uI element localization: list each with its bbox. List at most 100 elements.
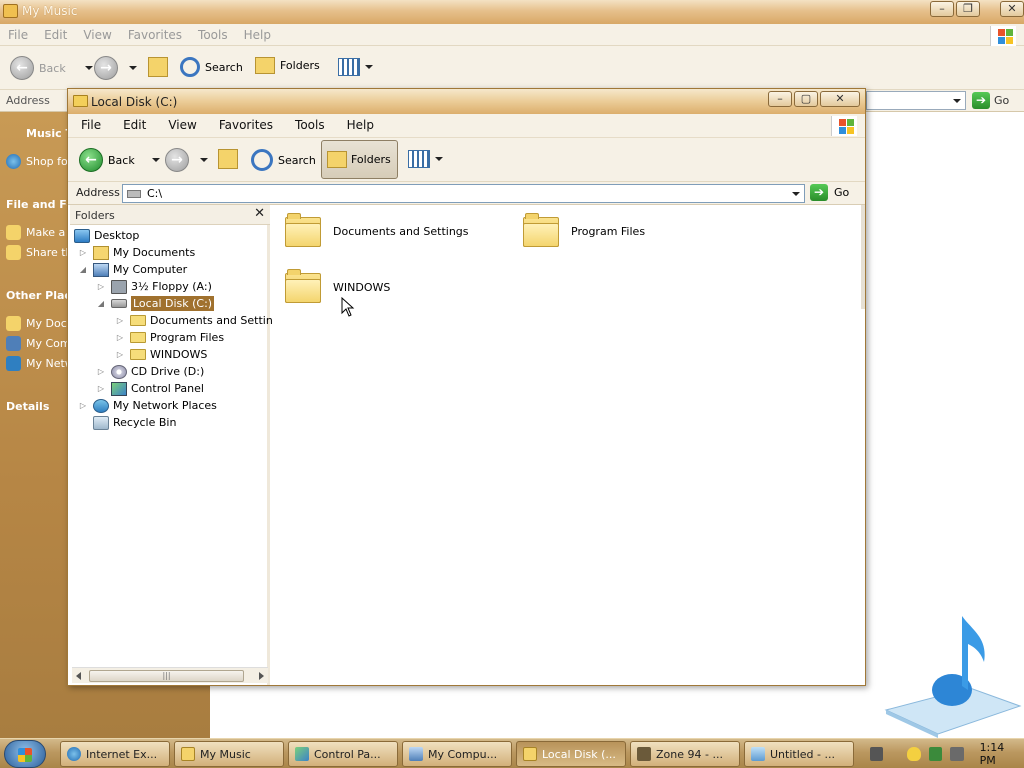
folders-button[interactable]: Folders — [321, 140, 398, 179]
address-input[interactable]: C:\ — [122, 184, 805, 203]
network-icon[interactable] — [928, 747, 943, 761]
expand-icon[interactable]: ▷ — [78, 248, 88, 258]
windows-flag-icon — [990, 26, 1016, 46]
task-my-computer[interactable]: My Com — [6, 336, 71, 351]
tree-item-desktop[interactable]: Desktop — [74, 227, 139, 244]
tree-label: WINDOWS — [150, 348, 208, 361]
task-my-network[interactable]: My Netw — [6, 356, 74, 371]
task-shop-music[interactable]: Shop fo — [6, 154, 68, 169]
chevron-down-icon[interactable] — [151, 158, 160, 162]
address-dropdown[interactable] — [788, 185, 804, 202]
task-share-folder[interactable]: Share th — [6, 245, 73, 260]
expand-icon[interactable]: ▷ — [96, 367, 106, 377]
keyboard-icon[interactable] — [870, 747, 884, 761]
menu-view[interactable]: View — [157, 118, 207, 132]
restore-button[interactable]: ❐ — [956, 1, 980, 17]
collapse-icon[interactable]: ◢ — [78, 265, 88, 275]
menu-view[interactable]: View — [75, 28, 119, 42]
up-folder-button[interactable] — [148, 57, 168, 77]
expand-icon[interactable]: ▷ — [96, 384, 106, 394]
tree-item-windows[interactable]: ▷ WINDOWS — [115, 346, 207, 363]
scroll-thumb[interactable]: ||| — [89, 670, 244, 682]
expand-icon[interactable]: ▷ — [115, 333, 125, 343]
folder-item-windows[interactable]: WINDOWS — [285, 269, 390, 305]
search-button[interactable]: Search — [180, 57, 243, 77]
go-button[interactable]: ➔ Go — [972, 92, 1009, 109]
tree-label: Program Files — [150, 331, 225, 344]
menu-favorites[interactable]: Favorites — [208, 118, 284, 132]
tree-item-floppy[interactable]: ▷ 3½ Floppy (A:) — [96, 278, 212, 295]
menu-file[interactable]: File — [0, 28, 36, 42]
folder-icon — [130, 315, 146, 326]
minimize-button[interactable]: – — [768, 91, 792, 107]
my-music-titlebar[interactable]: My Music – ❐ ✕ — [0, 0, 1024, 24]
start-button[interactable] — [4, 740, 46, 768]
tree-item-my-documents[interactable]: ▷ My Documents — [78, 244, 195, 261]
maximize-button[interactable]: ▢ — [794, 91, 818, 107]
tree-item-my-network-places[interactable]: ▷ My Network Places — [78, 397, 217, 414]
menu-favorites[interactable]: Favorites — [120, 28, 190, 42]
tree-item-control-panel[interactable]: ▷ Control Panel — [96, 380, 204, 397]
forward-button[interactable]: → — [94, 56, 137, 80]
views-button[interactable] — [338, 58, 373, 76]
local-disk-titlebar[interactable]: Local Disk (C:) – ▢ ✕ — [68, 89, 865, 114]
folder-item-program-files[interactable]: Program Files — [523, 213, 645, 249]
task-head-details[interactable]: Details — [6, 400, 49, 413]
tree-item-documents-and-settings[interactable]: ▷ Documents and Settings — [115, 312, 286, 329]
taskbar-control-panel[interactable]: Control Pa... — [288, 741, 398, 767]
taskbar-untitled-notepad[interactable]: Untitled - ... — [744, 741, 854, 767]
tree-item-program-files[interactable]: ▷ Program Files — [115, 329, 224, 346]
tree-item-local-disk[interactable]: ◢ Local Disk (C:) — [96, 295, 215, 312]
close-button[interactable]: ✕ — [1000, 1, 1024, 17]
tree-item-cd-drive[interactable]: ▷ CD Drive (D:) — [96, 363, 204, 380]
folder-item-documents-and-settings[interactable]: Documents and Settings — [285, 213, 469, 249]
windows-flag-icon — [831, 116, 857, 136]
expand-icon[interactable]: ▷ — [96, 282, 106, 292]
task-my-documents[interactable]: My Doc — [6, 316, 67, 331]
search-button[interactable]: Search — [251, 149, 316, 171]
taskbar-zone-94[interactable]: Zone 94 - ... — [630, 741, 740, 767]
menu-tools[interactable]: Tools — [284, 118, 336, 132]
minimize-button[interactable]: – — [930, 1, 954, 17]
taskbar-button-label: Local Disk (... — [542, 747, 616, 761]
back-button[interactable]: ← Back — [79, 148, 160, 172]
folder-icon — [285, 213, 323, 249]
chevron-down-icon[interactable] — [953, 99, 961, 103]
views-icon — [408, 150, 430, 168]
my-documents-icon — [6, 316, 21, 331]
close-icon[interactable]: ✕ — [254, 206, 265, 221]
views-button[interactable] — [408, 150, 443, 168]
expand-icon[interactable]: ▷ — [115, 350, 125, 360]
menu-edit[interactable]: Edit — [112, 118, 157, 132]
volume-icon[interactable] — [950, 747, 964, 761]
folders-button[interactable]: Folders — [255, 57, 320, 74]
scroll-left-icon[interactable] — [76, 672, 81, 680]
security-shield-icon[interactable] — [907, 747, 921, 761]
tree-item-my-computer[interactable]: ◢ My Computer — [78, 261, 187, 278]
taskbar-internet-explorer[interactable]: Internet Ex... — [60, 741, 170, 767]
taskbar-local-disk[interactable]: Local Disk (... — [516, 741, 626, 767]
chevron-down-icon[interactable] — [200, 158, 208, 162]
taskbar-my-music[interactable]: My Music — [174, 741, 284, 767]
up-folder-button[interactable] — [218, 149, 238, 169]
tree-item-recycle-bin[interactable]: Recycle Bin — [93, 414, 176, 431]
address-input[interactable] — [866, 91, 966, 110]
menu-tools[interactable]: Tools — [190, 28, 236, 42]
back-button[interactable]: ← Back — [10, 56, 93, 80]
close-button[interactable]: ✕ — [820, 91, 860, 107]
horizontal-scrollbar[interactable]: ||| — [72, 667, 268, 683]
expand-icon[interactable]: ▷ — [78, 401, 88, 411]
expand-icon[interactable]: ▷ — [115, 316, 125, 326]
menu-file[interactable]: File — [70, 118, 112, 132]
task-make-folder[interactable]: Make a — [6, 225, 65, 240]
clock[interactable]: 1:14 PM — [980, 741, 1022, 767]
task-head-music[interactable]: Music T — [26, 127, 73, 140]
menu-edit[interactable]: Edit — [36, 28, 75, 42]
scroll-right-icon[interactable] — [259, 672, 264, 680]
menu-help[interactable]: Help — [236, 28, 279, 42]
menu-help[interactable]: Help — [336, 118, 385, 132]
forward-button[interactable]: → — [165, 148, 208, 172]
go-button[interactable]: ➔ Go — [810, 184, 849, 201]
collapse-icon[interactable]: ◢ — [96, 299, 106, 309]
taskbar-my-computer[interactable]: My Compu... — [402, 741, 512, 767]
